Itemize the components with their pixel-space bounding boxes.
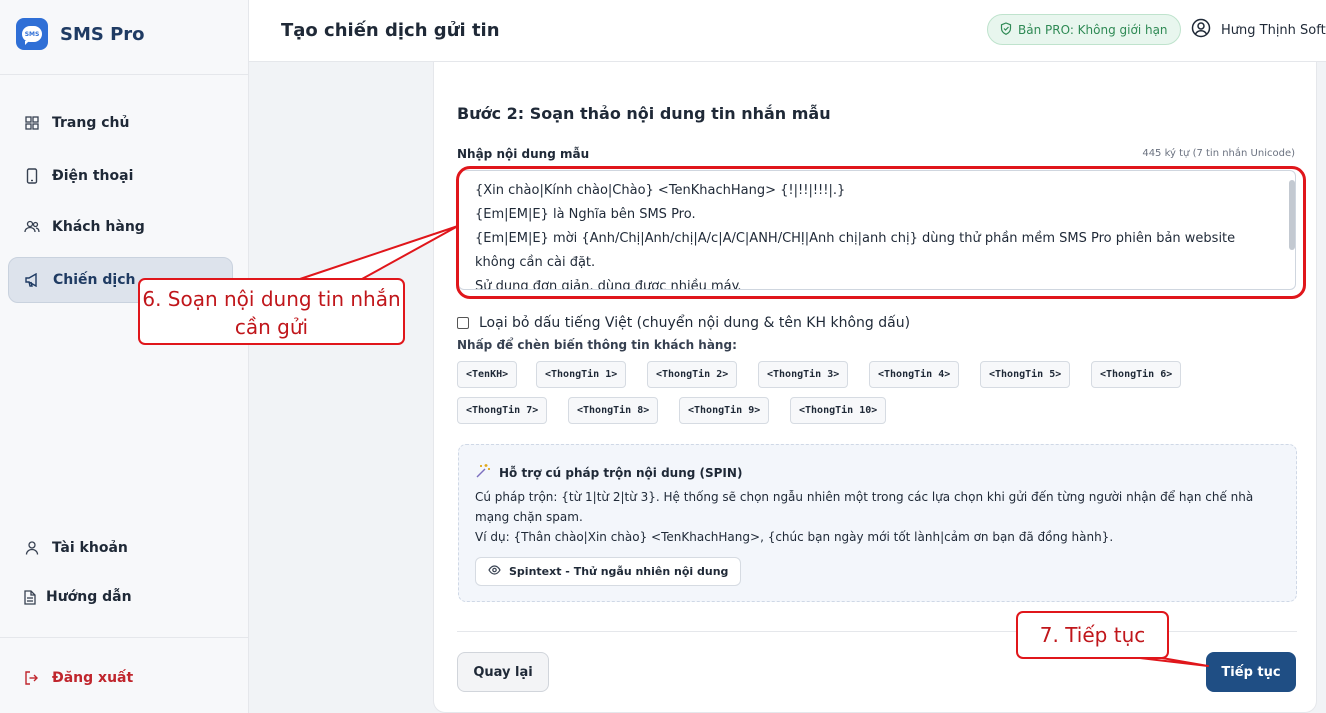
variable-chip[interactable]: <ThongTin 2> bbox=[647, 361, 738, 388]
back-button[interactable]: Quay lại bbox=[457, 652, 549, 692]
sidebar: SMS SMS Pro Trang chủ Điện thoại Khách h… bbox=[0, 0, 249, 713]
variables-label: Nhấp để chèn biến thông tin khách hàng: bbox=[457, 338, 737, 352]
shield-check-icon bbox=[1000, 21, 1012, 38]
pro-status-badge: Bản PRO: Không giới hạn bbox=[987, 14, 1181, 45]
user-name: Hưng Thịnh Soft bbox=[1221, 22, 1326, 38]
sidebar-item-home[interactable]: Trang chủ bbox=[8, 100, 233, 146]
sidebar-item-account[interactable]: Tài khoản bbox=[8, 525, 233, 571]
phone-icon bbox=[24, 168, 40, 184]
magic-wand-icon bbox=[475, 463, 491, 482]
spin-example: Ví dụ: {Thân chào|Xin chào} <TenKhachHan… bbox=[475, 530, 1114, 544]
variable-chip[interactable]: <ThongTin 4> bbox=[869, 361, 960, 388]
remove-accents-checkbox[interactable] bbox=[457, 317, 469, 329]
spin-description: Cú pháp trộn: {từ 1|từ 2|từ 3}. Hệ thống… bbox=[475, 487, 1285, 547]
logout-button[interactable]: Đăng xuất bbox=[8, 655, 233, 701]
sidebar-item-label: Khách hàng bbox=[52, 219, 145, 235]
sidebar-item-label: Tài khoản bbox=[52, 540, 128, 556]
sidebar-item-label: Chiến dịch bbox=[53, 272, 136, 288]
callout-compose-message: 6. Soạn nội dung tin nhắn cần gửi bbox=[138, 278, 405, 345]
textarea-scrollbar[interactable] bbox=[1289, 180, 1295, 250]
spintext-button-label: Spintext - Thử ngẫu nhiên nội dung bbox=[509, 565, 729, 578]
document-icon bbox=[22, 589, 38, 605]
variable-chip[interactable]: <ThongTin 9> bbox=[679, 397, 770, 424]
sidebar-item-guide[interactable]: Hướng dẫn bbox=[8, 574, 233, 620]
sidebar-divider bbox=[0, 637, 248, 638]
sidebar-item-label: Trang chủ bbox=[52, 115, 130, 131]
spin-syntax: Cú pháp trộn: {từ 1|từ 2|từ 3}. Hệ thống… bbox=[475, 490, 1254, 524]
logo-text: SMS bbox=[22, 26, 42, 45]
spin-title: Hỗ trợ cú pháp trộn nội dung (SPIN) bbox=[475, 463, 742, 482]
remove-accents-option[interactable]: Loại bỏ dấu tiếng Việt (chuyển nội dung … bbox=[457, 315, 910, 331]
callout-continue: 7. Tiếp tục bbox=[1016, 611, 1169, 659]
top-header: Tạo chiến dịch gửi tin Bản PRO: Không gi… bbox=[249, 0, 1326, 62]
campaign-form-card: Bước 2: Soạn thảo nội dung tin nhắn mẫu … bbox=[433, 62, 1317, 713]
brand[interactable]: SMS SMS Pro bbox=[16, 18, 145, 50]
char-count: 445 ký tự (7 tin nhắn Unicode) bbox=[1142, 148, 1295, 159]
sms-logo-icon: SMS bbox=[16, 18, 48, 50]
message-textarea[interactable]: {Xin chào|Kính chào|Chào} <TenKhachHang>… bbox=[458, 170, 1296, 290]
continue-button[interactable]: Tiếp tục bbox=[1206, 652, 1296, 692]
variable-chip[interactable]: <TenKH> bbox=[457, 361, 518, 388]
page-title: Tạo chiến dịch gửi tin bbox=[281, 20, 500, 41]
grid-icon bbox=[24, 115, 40, 131]
sidebar-item-label: Điện thoại bbox=[52, 168, 134, 184]
variable-chip[interactable]: <ThongTin 1> bbox=[536, 361, 627, 388]
megaphone-icon bbox=[25, 272, 41, 288]
users-icon bbox=[24, 219, 40, 235]
step-title: Bước 2: Soạn thảo nội dung tin nhắn mẫu bbox=[457, 104, 831, 123]
variable-chip[interactable]: <ThongTin 10> bbox=[790, 397, 887, 424]
variable-chip[interactable]: <ThongTin 5> bbox=[980, 361, 1071, 388]
user-icon bbox=[24, 540, 40, 556]
logout-icon bbox=[24, 670, 40, 686]
message-field-label: Nhập nội dung mẫu bbox=[457, 147, 590, 161]
sidebar-item-label: Hướng dẫn bbox=[46, 589, 132, 605]
logout-label: Đăng xuất bbox=[52, 670, 134, 686]
brand-name: SMS Pro bbox=[60, 23, 145, 45]
spintext-preview-button[interactable]: Spintext - Thử ngẫu nhiên nội dung bbox=[475, 557, 742, 586]
sidebar-divider bbox=[0, 74, 248, 75]
user-circle-icon bbox=[1191, 18, 1211, 42]
eye-icon bbox=[488, 565, 501, 578]
variable-chip[interactable]: <ThongTin 7> bbox=[457, 397, 548, 424]
pro-badge-label: Bản PRO: Không giới hạn bbox=[1018, 22, 1168, 37]
sidebar-item-phone[interactable]: Điện thoại bbox=[8, 153, 233, 199]
remove-accents-label: Loại bỏ dấu tiếng Việt (chuyển nội dung … bbox=[479, 315, 911, 331]
spin-title-text: Hỗ trợ cú pháp trộn nội dung (SPIN) bbox=[499, 465, 743, 480]
variable-chip[interactable]: <ThongTin 3> bbox=[758, 361, 849, 388]
footer-divider bbox=[457, 631, 1297, 632]
variable-chip[interactable]: <ThongTin 8> bbox=[568, 397, 659, 424]
spin-help-box: Hỗ trợ cú pháp trộn nội dung (SPIN) Cú p… bbox=[458, 444, 1297, 602]
variable-chip[interactable]: <ThongTin 6> bbox=[1091, 361, 1182, 388]
user-menu[interactable]: Hưng Thịnh Soft bbox=[1191, 18, 1326, 42]
sidebar-item-customers[interactable]: Khách hàng bbox=[8, 204, 233, 250]
